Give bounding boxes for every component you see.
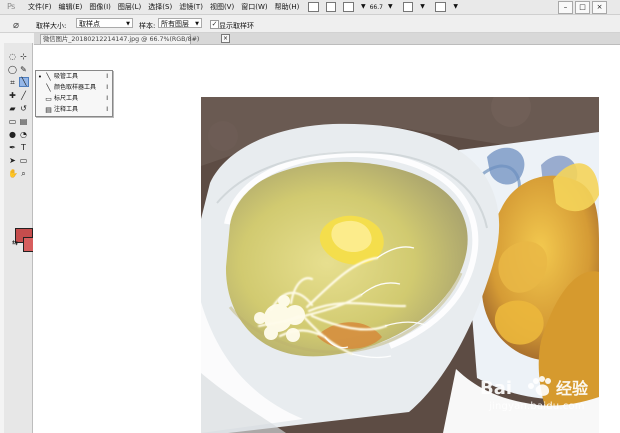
spot-healing-tool-icon[interactable]: ✚	[8, 92, 17, 100]
arrange-dropdown-icon[interactable]: ▼	[420, 4, 425, 10]
eyedropper-tool-icon[interactable]: ╲	[19, 77, 29, 87]
eyedropper-options-icon[interactable]: ⌀	[13, 20, 19, 31]
baidu-paw-icon	[528, 376, 551, 396]
pen-tool-icon[interactable]: ✒	[8, 144, 17, 152]
jingyan-logo-text: 经验	[556, 379, 589, 398]
flyout-item-eyedropper[interactable]: • ╲ 吸管工具 I	[36, 72, 112, 82]
zoom-tool-icon[interactable]: ⌕	[19, 170, 28, 178]
document-tab[interactable]: 微信图片_20180212214147.jpg @ 66.7%(RGB/8#)	[40, 34, 199, 44]
baidu-logo-text: Bai	[480, 378, 512, 399]
flyout-shortcut-note: I	[106, 106, 108, 113]
close-document-tab-button[interactable]: ×	[221, 34, 230, 43]
launch-mini-bridge-icon[interactable]	[325, 2, 337, 12]
flyout-label-color-sampler: 颜色取样器工具	[54, 84, 97, 91]
history-brush-tool-icon[interactable]: ↺	[19, 105, 28, 113]
menu-select[interactable]: 选择(S)	[148, 2, 172, 12]
sample-size-label: 取样大小:	[36, 22, 67, 30]
flyout-shortcut-eyedropper: I	[106, 73, 108, 80]
flyout-label-ruler: 标尺工具	[54, 95, 79, 102]
close-window-button[interactable]: ×	[592, 1, 607, 14]
flyout-shortcut-ruler: I	[106, 95, 108, 102]
show-sampling-ring-checkbox[interactable]: ✓	[210, 20, 219, 29]
sample-select[interactable]: 所有图层 ▼	[158, 18, 202, 28]
screen-mode-icon[interactable]	[434, 2, 447, 12]
selected-tool-icon: •	[37, 73, 43, 81]
flyout-label-eyedropper: 吸管工具	[54, 73, 79, 80]
note-icon: ▤	[45, 106, 52, 114]
menu-file[interactable]: 文件(F)	[28, 2, 52, 12]
view-extras-icon[interactable]	[343, 2, 354, 12]
arrange-documents-icon[interactable]	[402, 2, 414, 12]
sample-value: 所有图层	[161, 20, 189, 28]
brush-tool-icon[interactable]: ╱	[19, 92, 28, 100]
blur-tool-icon[interactable]: ●	[8, 131, 17, 139]
show-sampling-ring-label: 显示取样环	[219, 22, 254, 30]
menu-edit[interactable]: 编辑(E)	[59, 2, 83, 12]
gradient-tool-icon[interactable]: ▤	[19, 118, 28, 126]
sample-label: 样本:	[139, 22, 156, 30]
sample-size-value: 取样点	[79, 20, 100, 28]
sample-size-dropdown-icon: ▼	[126, 21, 130, 27]
menu-help[interactable]: 帮助(H)	[275, 2, 300, 12]
swap-colors-icon[interactable]: ⇆	[12, 239, 18, 247]
menu-right-tools: ▼ 66.7 ▼ ▼ ▼	[308, 1, 458, 13]
zoom-control[interactable]: 66.7 ▼	[370, 4, 393, 11]
marquee-tool-icon[interactable]: ◌	[8, 53, 17, 61]
watermark-url: jingyan.baidu.com	[489, 401, 585, 412]
zoom-level: 66.7	[369, 3, 383, 11]
menu-bar: Ps 文件(F) 编辑(E) 图像(I) 图层(L) 选择(S) 滤镜(T) 视…	[0, 0, 620, 15]
menu-window[interactable]: 窗口(W)	[241, 2, 267, 12]
screen-mode-dropdown-icon[interactable]: ▼	[453, 4, 458, 10]
rectangle-tool-icon[interactable]: ▭	[19, 157, 28, 165]
lasso-tool-icon[interactable]: ◯	[8, 66, 17, 74]
menu-image[interactable]: 图像(I)	[89, 2, 111, 12]
dodge-tool-icon[interactable]: ◔	[19, 131, 28, 139]
flyout-item-note[interactable]: ▤ 注释工具 I	[36, 105, 112, 115]
path-selection-tool-icon[interactable]: ➤	[8, 157, 17, 165]
sample-size-select[interactable]: 取样点 ▼	[76, 18, 133, 28]
type-tool-icon[interactable]: T	[19, 144, 28, 152]
app-logo: Ps	[7, 2, 15, 11]
ruler-icon: ▭	[45, 95, 52, 103]
menu-layer[interactable]: 图层(L)	[118, 2, 141, 12]
clone-stamp-tool-icon[interactable]: ▰	[8, 105, 17, 113]
eyedropper-tool-flyout: • ╲ 吸管工具 I ╲ 颜色取样器工具 I ▭ 标尺工具 I ▤ 注释工具 I	[35, 70, 113, 117]
menu-list: 文件(F) 编辑(E) 图像(I) 图层(L) 选择(S) 滤镜(T) 视图(V…	[28, 2, 299, 12]
restore-button[interactable]: □	[575, 1, 590, 14]
flyout-label-note: 注释工具	[54, 106, 79, 113]
move-tool-icon[interactable]: ⊹	[19, 53, 28, 61]
flyout-item-ruler[interactable]: ▭ 标尺工具 I	[36, 94, 112, 104]
zoom-dropdown-icon[interactable]: ▼	[388, 4, 393, 10]
crop-tool-icon[interactable]: ⌗	[8, 79, 17, 87]
baidu-jingyan-logo: Bai 经验	[480, 376, 589, 399]
sample-dropdown-icon: ▼	[195, 21, 199, 27]
launch-bridge-icon[interactable]	[308, 2, 319, 12]
eyedropper-icon: ╲	[46, 73, 51, 81]
color-sampler-icon: ╲	[46, 84, 51, 92]
photoshop-window: Ps 文件(F) 编辑(E) 图像(I) 图层(L) 选择(S) 滤镜(T) 视…	[0, 0, 620, 433]
eraser-tool-icon[interactable]: ▭	[8, 118, 17, 126]
tools-panel: ◌ ⊹ ◯ ✎ ⌗ ╲ ✚ ╱ ▰ ↺ ▭ ▤ ● ◔ ✒ T ➤ ▭ ✋ ⌕ …	[4, 43, 41, 433]
flyout-item-color-sampler[interactable]: ╲ 颜色取样器工具 I	[36, 83, 112, 93]
quick-selection-tool-icon[interactable]: ✎	[19, 66, 28, 74]
flyout-shortcut-color-sampler: I	[106, 84, 108, 91]
menu-filter[interactable]: 滤镜(T)	[179, 2, 203, 12]
minimize-button[interactable]: –	[558, 1, 573, 14]
hand-tool-icon[interactable]: ✋	[8, 170, 18, 178]
document-tab-bar: 微信图片_20180212214147.jpg @ 66.7%(RGB/8#) …	[34, 33, 620, 45]
view-extras-dropdown-icon[interactable]: ▼	[361, 4, 366, 10]
menu-view[interactable]: 视图(V)	[210, 2, 234, 12]
